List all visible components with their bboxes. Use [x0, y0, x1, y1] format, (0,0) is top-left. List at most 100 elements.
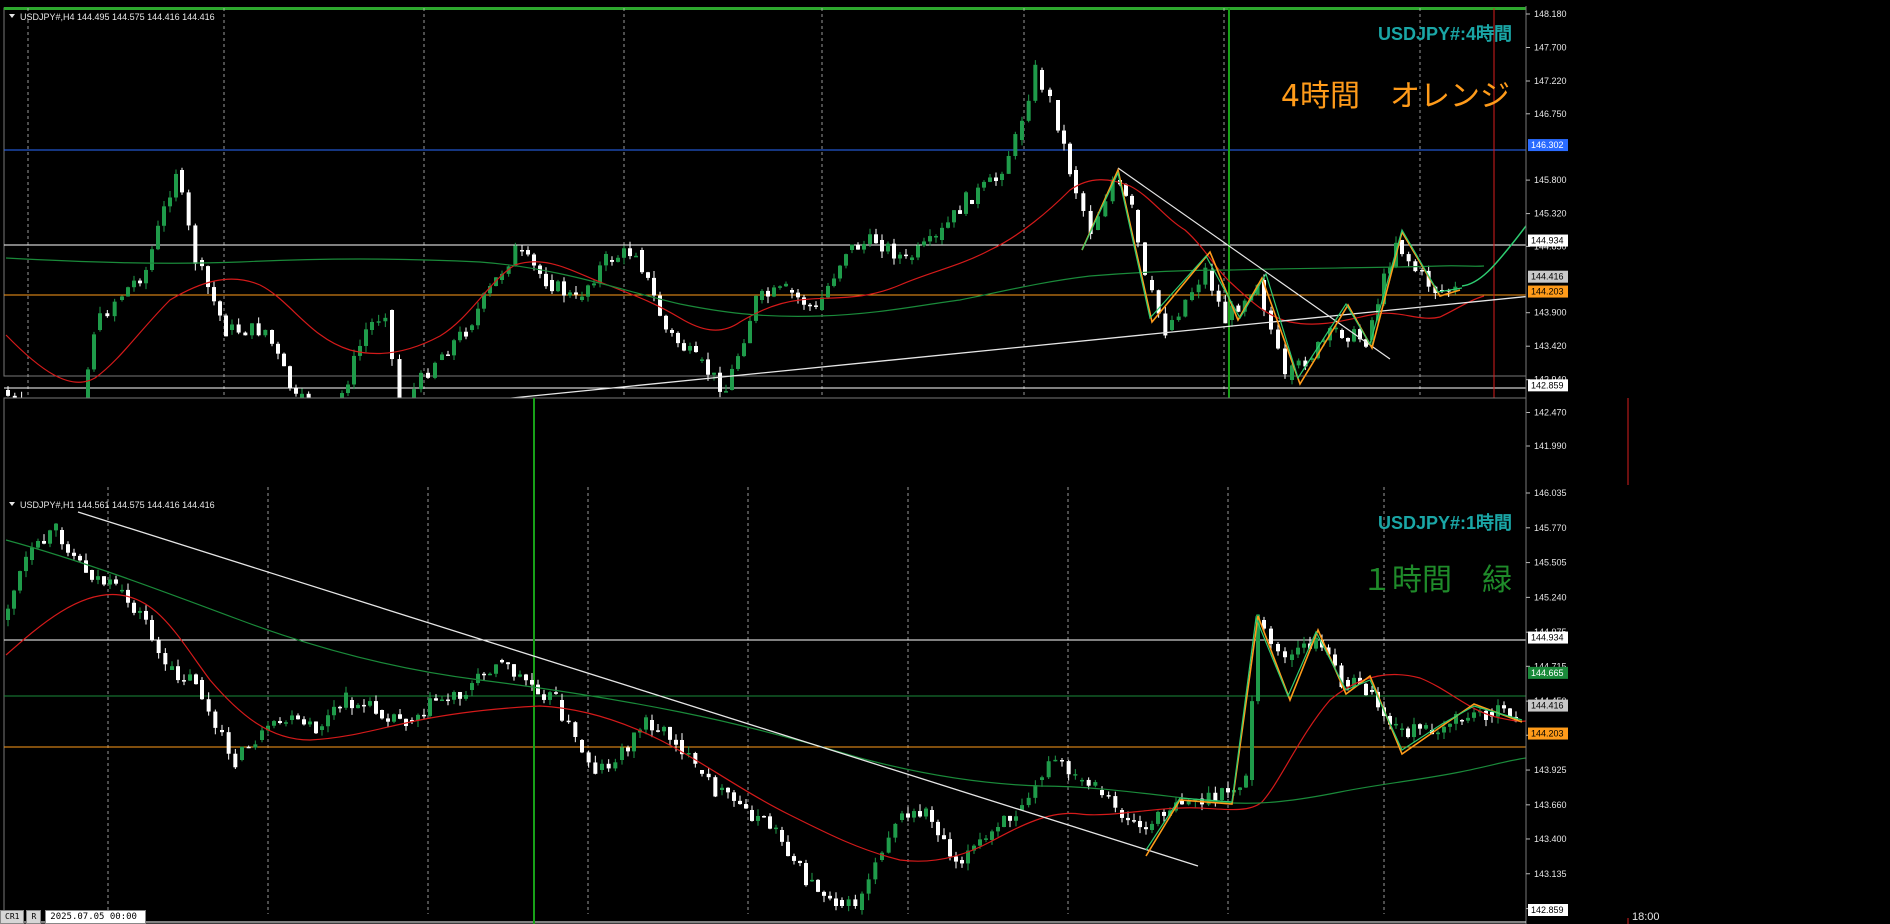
- candle-body: [6, 390, 10, 396]
- candle-body: [446, 699, 450, 702]
- candle-body: [600, 763, 604, 770]
- candle-body: [54, 523, 58, 531]
- candle-body: [398, 714, 402, 719]
- candle-body: [668, 726, 672, 740]
- candle-body: [1008, 815, 1012, 821]
- price-tick-label: 147.220: [1534, 76, 1567, 86]
- candle-body: [834, 898, 838, 906]
- candle-body: [1113, 796, 1118, 808]
- candle-body: [170, 666, 174, 670]
- candle-body: [506, 662, 510, 665]
- candle-body: [476, 308, 480, 326]
- trading-chart-canvas[interactable]: USDJPY#,H4 144.495 144.575 144.416 144.4…: [0, 0, 1890, 924]
- price-axis-bg: [1526, 485, 1890, 918]
- candle-body: [982, 181, 986, 188]
- candle-body: [853, 899, 858, 906]
- candle-body: [580, 740, 584, 753]
- candle-body: [593, 762, 598, 774]
- candle-body: [568, 292, 572, 296]
- candle-body: [886, 837, 891, 853]
- candle-body: [912, 811, 916, 818]
- candle-body: [1126, 817, 1130, 821]
- price-tag-label: 146.302: [1531, 140, 1564, 150]
- price-tick-label: 143.925: [1534, 765, 1567, 775]
- candle-body: [494, 664, 498, 674]
- candle-body: [138, 610, 142, 613]
- candle-body: [338, 706, 342, 709]
- candle-body: [96, 576, 100, 580]
- candle-body: [1000, 173, 1004, 180]
- candle-body: [682, 343, 686, 351]
- candle-body: [42, 540, 46, 544]
- candle-body: [562, 281, 566, 296]
- candle-body: [1364, 683, 1368, 696]
- candle-body: [573, 722, 578, 737]
- candle-body: [706, 773, 711, 778]
- candle-body: [686, 753, 691, 755]
- candle-body: [1346, 337, 1350, 342]
- price-tick-label: 143.400: [1534, 834, 1567, 844]
- candle-body: [554, 692, 558, 694]
- candle-body: [260, 730, 264, 740]
- candle-body: [1183, 299, 1188, 317]
- candle-body: [470, 325, 474, 330]
- candle-body: [392, 714, 396, 722]
- candle-body: [253, 744, 258, 748]
- candle-body: [1250, 701, 1254, 780]
- candle-body: [233, 753, 238, 768]
- candle-body: [240, 746, 244, 760]
- candle-body: [652, 277, 656, 296]
- price-tag-label: 144.203: [1531, 729, 1564, 739]
- candle-body: [1006, 155, 1011, 174]
- candle-body: [48, 530, 52, 544]
- candle-body: [880, 240, 884, 252]
- candle-body: [1013, 134, 1018, 156]
- candle-body: [1283, 651, 1287, 658]
- candle-body: [748, 320, 752, 344]
- candle-body: [440, 699, 444, 702]
- candle-body: [946, 222, 950, 228]
- candle-body: [910, 257, 914, 260]
- date-field[interactable]: 2025.07.05 00:00: [45, 910, 146, 924]
- candle-body: [513, 245, 518, 267]
- candle-body: [706, 359, 710, 375]
- candle-body: [1144, 827, 1148, 830]
- candle-body: [168, 197, 172, 207]
- candle-body: [98, 313, 102, 330]
- candle-body: [828, 895, 832, 899]
- tab-r[interactable]: R: [26, 910, 42, 924]
- candle-body: [150, 249, 154, 270]
- price-tag-label: 144.934: [1531, 236, 1564, 246]
- candle-body: [954, 856, 958, 862]
- candle-body: [1136, 210, 1140, 243]
- candle-body: [114, 579, 118, 584]
- h1-panel[interactable]: USDJPY#,H1 144.561 144.575 144.416 144.4…: [3, 397, 1890, 924]
- candle-body: [105, 313, 110, 317]
- candle-body: [1424, 725, 1428, 729]
- candle-body: [332, 706, 336, 716]
- candle-body: [350, 700, 354, 709]
- candle-body: [458, 331, 462, 341]
- candle-body: [1448, 723, 1452, 727]
- candle-body: [592, 283, 596, 286]
- candle-body: [386, 718, 390, 722]
- price-tick-label: 148.180: [1534, 9, 1567, 19]
- candle-body: [862, 243, 866, 250]
- candle-body: [1081, 193, 1086, 211]
- candle-body: [1496, 705, 1500, 717]
- candle-body: [18, 571, 22, 591]
- tab-cr1[interactable]: CR1: [0, 910, 25, 924]
- candle-body: [616, 257, 620, 262]
- candle-body: [452, 340, 456, 356]
- candle-body: [66, 544, 70, 553]
- candle-body: [1244, 775, 1248, 788]
- price-tick-label: 145.320: [1534, 209, 1567, 219]
- candle-body: [620, 747, 624, 760]
- candle-body: [754, 295, 758, 321]
- candle-body: [362, 704, 366, 707]
- candle-body: [726, 787, 730, 793]
- candle-body: [1056, 100, 1060, 131]
- candle-body: [92, 334, 96, 370]
- candle-body: [246, 746, 251, 749]
- candle-body: [282, 353, 286, 367]
